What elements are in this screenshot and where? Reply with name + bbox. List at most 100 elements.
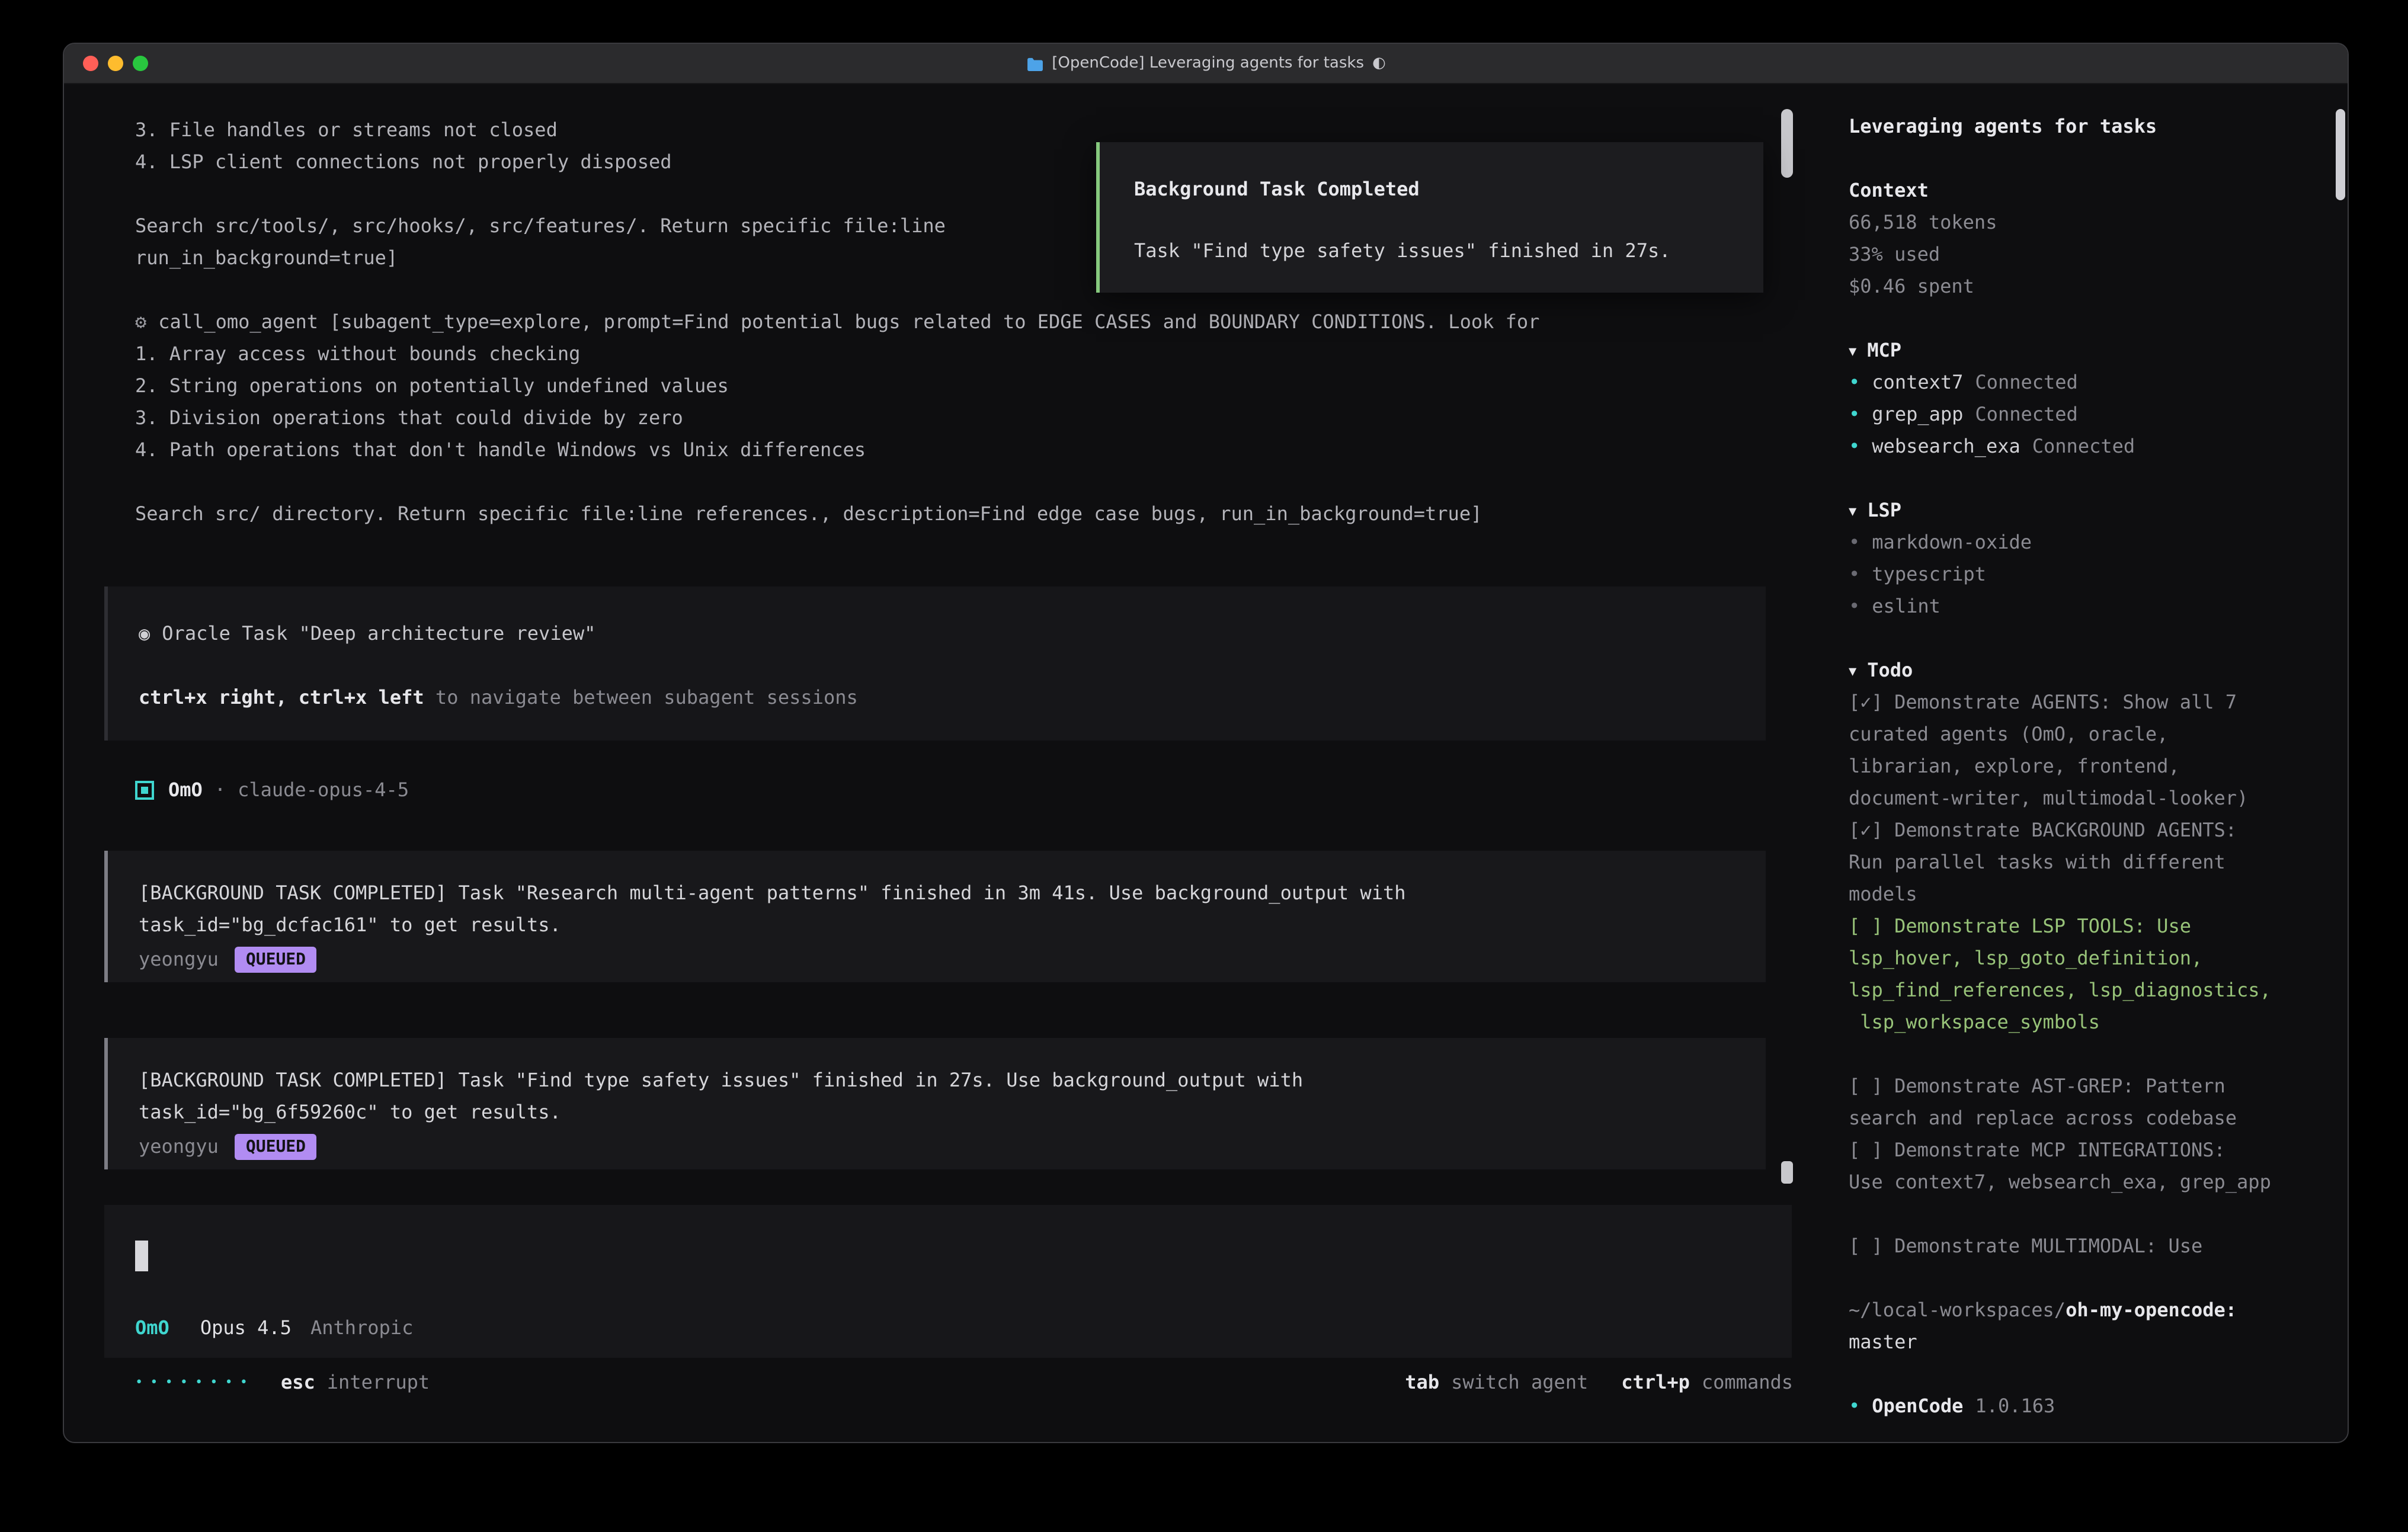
toast-body: Task "Find type safety issues" finished …: [1134, 235, 1763, 267]
tool-call-line: 3. Division operations that could divide…: [135, 402, 1766, 434]
tab-hint-group: tab switch agent: [1405, 1371, 1588, 1393]
session-sidebar: Leveraging agents for tasks Context 66,5…: [1814, 84, 2348, 1442]
window-title-text: [OpenCode] Leveraging agents for tasks: [1052, 55, 1364, 72]
todo-line: librarian, explore, frontend,: [1849, 750, 2314, 782]
oracle-blank-line: [139, 649, 1735, 681]
folder-icon: [1026, 56, 1043, 70]
todo-line: [ ] Demonstrate AST-GREP: Pattern: [1849, 1070, 2314, 1102]
input-footer: OmO Opus 4.5 Anthropic: [135, 1312, 413, 1344]
screen: [OpenCode] Leveraging agents for tasks ◐…: [0, 0, 2408, 1532]
bullet-icon: •: [1849, 371, 1860, 393]
lsp-section-header[interactable]: ▼LSP: [1849, 494, 2314, 526]
bullet-icon: •: [1849, 563, 1860, 585]
tool-call-line: 4. Path operations that don't handle Win…: [135, 434, 1766, 466]
mcp-item: •grep_appConnected: [1849, 398, 2314, 430]
log-blank-line: [135, 466, 1766, 498]
todo-line: [✓] Demonstrate AGENTS: Show all 7: [1849, 686, 2314, 718]
agent-name: OmO: [168, 778, 203, 801]
message-user: yeongyu: [139, 948, 219, 970]
chevron-down-icon: ▼: [1849, 664, 1856, 679]
chevron-down-icon: ▼: [1849, 344, 1856, 359]
tab-key-hint: tab: [1405, 1371, 1439, 1393]
input-provider-label: Anthropic: [310, 1316, 413, 1339]
workspace-branch: master: [1849, 1326, 2314, 1358]
gear-icon: ⚙: [135, 310, 146, 333]
lsp-item: •typescript: [1849, 558, 2314, 590]
todo-line-active: lsp_hover, lsp_goto_definition,: [1849, 942, 2314, 974]
close-button[interactable]: [83, 56, 98, 71]
message-line: [BACKGROUND TASK COMPLETED] Task "Find t…: [139, 1064, 1735, 1096]
sidebar-scrollbar-thumb[interactable]: [2336, 109, 2345, 200]
tool-call-line: Search src/ directory. Return specific f…: [135, 498, 1766, 530]
background-task-toast: Background Task Completed Task "Find typ…: [1096, 142, 1763, 293]
app-name: OpenCode: [1872, 1395, 1963, 1417]
context-used: 33% used: [1849, 238, 2314, 270]
spinner-dots-icon: ••••••••: [135, 1374, 255, 1390]
bullet-icon: •: [1849, 595, 1860, 617]
minimize-button[interactable]: [108, 56, 123, 71]
main-scrollbar-thumb[interactable]: [1781, 109, 1793, 178]
esc-key-hint: esc: [281, 1371, 315, 1393]
todo-section-header[interactable]: ▼Todo: [1849, 654, 2314, 686]
log-line: 3. File handles or streams not closed: [135, 114, 1766, 146]
context-tokens: 66,518 tokens: [1849, 206, 2314, 238]
background-task-message: [BACKGROUND TASK COMPLETED] Task "Resear…: [104, 851, 1766, 982]
app-version: 1.0.163: [1975, 1395, 2055, 1417]
context-spent: $0.46 spent: [1849, 270, 2314, 302]
message-user: yeongyu: [139, 1135, 219, 1158]
window-titlebar[interactable]: [OpenCode] Leveraging agents for tasks ◐: [64, 44, 2348, 84]
message-line: [BACKGROUND TASK COMPLETED] Task "Resear…: [139, 877, 1735, 909]
todo-line: curated agents (OmO, oracle,: [1849, 718, 2314, 750]
message-line: task_id="bg_dcfac161" to get results.: [139, 909, 1735, 941]
tab-key-label: switch agent: [1451, 1371, 1588, 1393]
main-scrollbar-mark[interactable]: [1781, 1161, 1793, 1184]
oracle-task-title: Oracle Task "Deep architecture review": [162, 622, 595, 645]
oracle-icon: ◉: [139, 622, 150, 645]
lsp-item: •eslint: [1849, 590, 2314, 622]
text-cursor: [135, 1241, 148, 1271]
oracle-hint-line: ctrl+x right, ctrl+x left to navigate be…: [139, 681, 1735, 713]
status-right: tab switch agent ctrl+p commands: [1372, 1371, 1793, 1393]
commands-hint-group: ctrl+p commands: [1621, 1371, 1793, 1393]
tool-call-line: ⚙ call_omo_agent [subagent_type=explore, …: [135, 306, 1766, 338]
agent-model: claude-opus-4-5: [238, 778, 409, 801]
tool-call-text: call_omo_agent [subagent_type=explore, p…: [158, 310, 1539, 333]
context-heading: Context: [1849, 174, 2314, 206]
bullet-icon: •: [1849, 403, 1860, 425]
mcp-section-header[interactable]: ▼MCP: [1849, 334, 2314, 366]
todo-line: [ ] Demonstrate MULTIMODAL: Use: [1849, 1230, 2314, 1262]
bullet-icon: •: [1849, 1395, 1860, 1417]
todo-line-active: [ ] Demonstrate LSP TOOLS: Use: [1849, 910, 2314, 942]
input-agent-label: OmO: [135, 1316, 169, 1339]
chat-pane: 3. File handles or streams not closed 4.…: [64, 84, 1814, 1442]
todo-line: [✓] Demonstrate BACKGROUND AGENTS:: [1849, 814, 2314, 846]
workspace-path: ~/local-workspaces/oh-my-opencode:: [1849, 1294, 2314, 1326]
queued-badge: QUEUED: [235, 1133, 316, 1159]
mcp-item: •websearch_exaConnected: [1849, 430, 2314, 462]
agent-square-icon: [135, 780, 154, 799]
oracle-task-title-line: ◉ Oracle Task "Deep architecture review": [139, 617, 1735, 649]
ctrlp-key-label: commands: [1702, 1371, 1793, 1393]
tool-call-line: 2. String operations on potentially unde…: [135, 370, 1766, 402]
oracle-task-panel: ◉Oracle Task "Deep architecture review" …: [104, 586, 1766, 741]
title-spinner-icon: ◐: [1372, 55, 1386, 72]
todo-line: Run parallel tasks with different: [1849, 846, 2314, 878]
agent-header: OmO · claude-opus-4-5: [135, 774, 1766, 806]
zoom-button[interactable]: [133, 56, 148, 71]
toast-title: Background Task Completed: [1134, 173, 1763, 205]
traffic-lights: [83, 44, 148, 83]
status-bar: •••••••• esc interrupt tab switch agent …: [135, 1366, 1793, 1398]
background-task-message: [BACKGROUND TASK COMPLETED] Task "Find t…: [104, 1038, 1766, 1169]
bullet-icon: •: [1849, 531, 1860, 553]
session-title: Leveraging agents for tasks: [1849, 110, 2314, 142]
todo-line-active: lsp_workspace_symbols: [1849, 1006, 2314, 1038]
todo-line: search and replace across codebase: [1849, 1102, 2314, 1134]
prompt-input[interactable]: OmO Opus 4.5 Anthropic: [104, 1205, 1792, 1358]
agent-separator: ·: [214, 778, 226, 801]
message-line: task_id="bg_6f59260c" to get results.: [139, 1096, 1735, 1128]
oracle-hint-text: to navigate between subagent sessions: [424, 686, 858, 709]
todo-line: [ ] Demonstrate MCP INTEGRATIONS:: [1849, 1134, 2314, 1166]
message-footer: yeongyu QUEUED: [139, 1130, 1735, 1162]
opencode-version-line: • OpenCode 1.0.163: [1849, 1390, 2314, 1422]
tool-call-line: 1. Array access without bounds checking: [135, 338, 1766, 370]
